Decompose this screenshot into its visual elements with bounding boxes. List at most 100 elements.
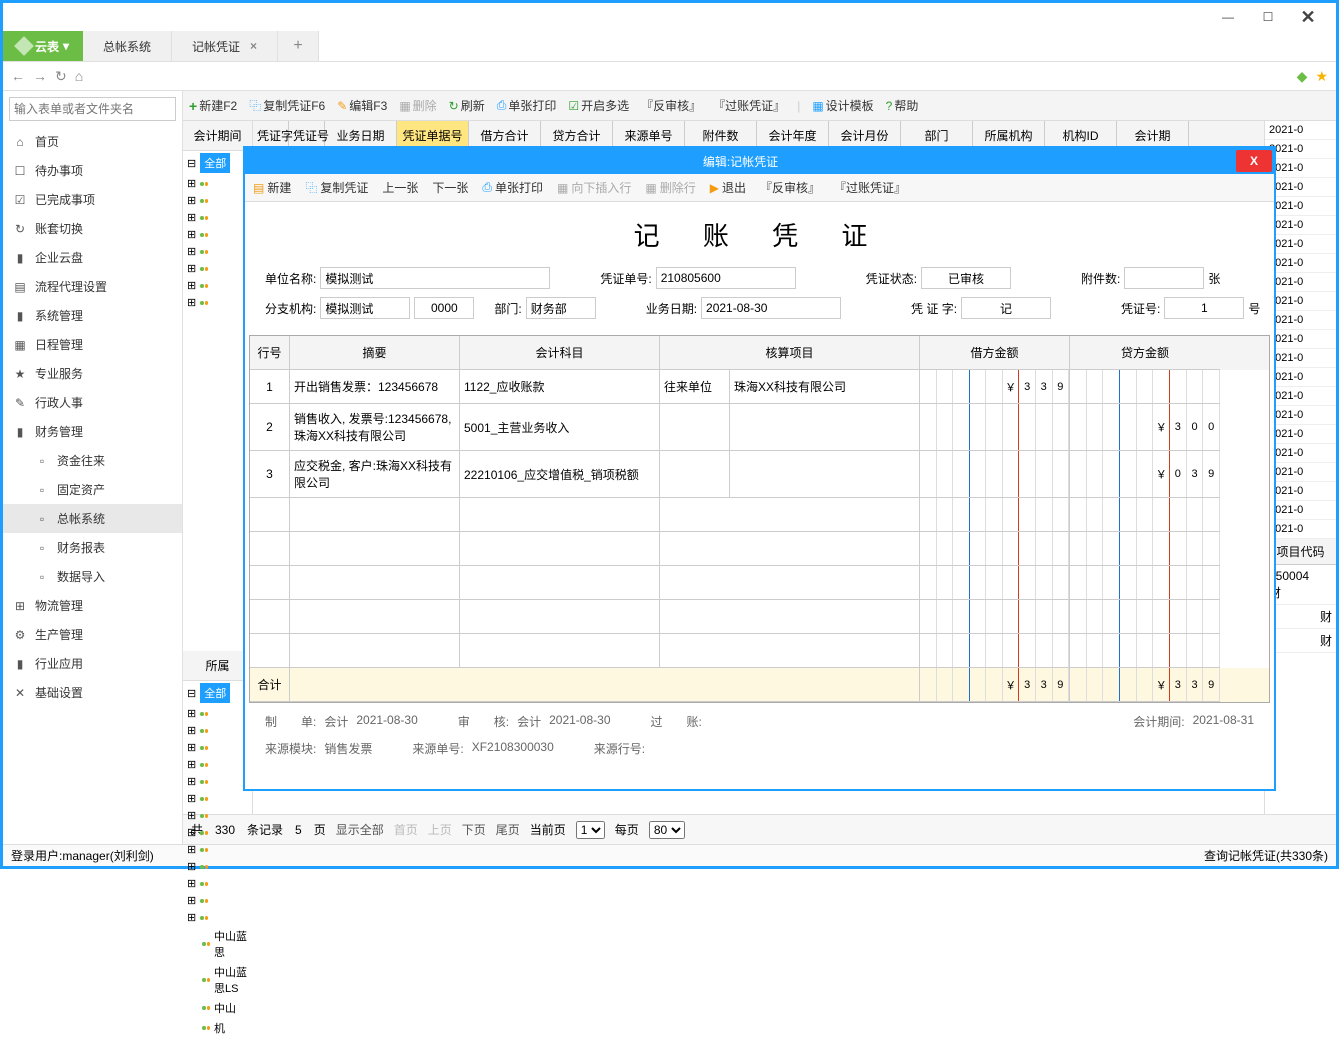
- tree-node[interactable]: ⊞: [183, 277, 252, 294]
- m-copy[interactable]: ⿻复制凭证: [305, 179, 368, 196]
- new-button[interactable]: +新建F2: [189, 97, 237, 114]
- m-next[interactable]: 下一张: [432, 179, 468, 196]
- post-button[interactable]: 『过账凭证』: [713, 97, 785, 114]
- search-input[interactable]: [9, 97, 176, 121]
- tree-node[interactable]: ⊞: [183, 175, 252, 192]
- sidebar-item[interactable]: ▮行业应用: [3, 649, 182, 678]
- tree-node[interactable]: ⊞: [183, 858, 252, 875]
- back-icon[interactable]: ←: [11, 68, 25, 84]
- voucher-row-blank[interactable]: [250, 634, 1269, 668]
- print-button[interactable]: ⎙单张打印: [497, 97, 557, 114]
- tree-node[interactable]: ⊞: [183, 722, 252, 739]
- tree-node[interactable]: ⊞: [183, 260, 252, 277]
- voucher-row[interactable]: 1开出销售发票：1234566781122_应收账款往来单位珠海XX科技有限公司…: [250, 370, 1269, 404]
- tab-general-ledger[interactable]: 总帐系统: [83, 31, 172, 61]
- page-select[interactable]: 1: [576, 821, 605, 839]
- tree-node[interactable]: ⊞: [183, 841, 252, 858]
- sidebar-item[interactable]: ↻账套切换: [3, 214, 182, 243]
- m-prev[interactable]: 上一张: [382, 179, 418, 196]
- help-button[interactable]: ?帮助: [886, 97, 919, 114]
- unreview-button[interactable]: 『反审核』: [641, 97, 701, 114]
- tree-leaf[interactable]: 中山蓝思LS: [183, 962, 252, 998]
- tree-leaf[interactable]: 中山蓝思: [183, 926, 252, 962]
- tree-node[interactable]: ⊞: [183, 226, 252, 243]
- bdate-field[interactable]: 2021-08-30: [701, 297, 841, 319]
- m-print[interactable]: ⎙单张打印: [482, 179, 543, 196]
- dept-field[interactable]: 财务部: [526, 297, 596, 319]
- tree-node[interactable]: ⊟ 全部: [183, 151, 252, 175]
- tab-voucher[interactable]: 记帐凭证×: [172, 31, 278, 61]
- vno-field[interactable]: 1: [1164, 297, 1244, 319]
- tab-add[interactable]: +: [278, 31, 319, 61]
- sidebar-item[interactable]: ▦日程管理: [3, 330, 182, 359]
- docno-field[interactable]: 210805600: [656, 267, 796, 289]
- tree-node[interactable]: ⊞: [183, 192, 252, 209]
- sidebar-item[interactable]: ✎行政人事: [3, 388, 182, 417]
- tree-node[interactable]: ⊞: [183, 824, 252, 841]
- edit-button[interactable]: ✎编辑F3: [337, 97, 387, 114]
- attach-field[interactable]: [1124, 267, 1204, 289]
- voucher-row-blank[interactable]: [250, 600, 1269, 634]
- sidebar-item[interactable]: ▮系统管理: [3, 301, 182, 330]
- tree-node[interactable]: ⊞: [183, 875, 252, 892]
- sidebar-item[interactable]: ▫总帐系统: [3, 504, 182, 533]
- sidebar-item[interactable]: ▫固定资产: [3, 475, 182, 504]
- tree-node[interactable]: ⊞: [183, 807, 252, 824]
- tree-node[interactable]: ⊞: [183, 705, 252, 722]
- perpage-select[interactable]: 80: [649, 821, 685, 839]
- sidebar-item[interactable]: ▮财务管理: [3, 417, 182, 446]
- sidebar-item[interactable]: ⚙生产管理: [3, 620, 182, 649]
- sidebar-item[interactable]: ☐待办事项: [3, 156, 182, 185]
- sidebar-item[interactable]: ★专业服务: [3, 359, 182, 388]
- m-post[interactable]: 『过账凭证』: [834, 179, 906, 196]
- tree-leaf[interactable]: 机: [183, 1018, 252, 1038]
- next-page[interactable]: 下页: [462, 821, 486, 838]
- tree-node[interactable]: ⊞: [183, 790, 252, 807]
- showall-button[interactable]: 显示全部: [336, 821, 384, 838]
- sidebar-item[interactable]: ⊞物流管理: [3, 591, 182, 620]
- voucher-row-blank[interactable]: [250, 498, 1269, 532]
- design-button[interactable]: ▦设计模板: [812, 97, 873, 114]
- vword-field[interactable]: 记: [961, 297, 1051, 319]
- last-page[interactable]: 尾页: [496, 821, 520, 838]
- tree-node[interactable]: ⊞: [183, 892, 252, 909]
- home-icon[interactable]: ⌂: [75, 68, 83, 84]
- sidebar-item[interactable]: ⌂首页: [3, 127, 182, 156]
- tree-node[interactable]: ⊞: [183, 739, 252, 756]
- tree-node[interactable]: ⊞: [183, 294, 252, 311]
- m-exit[interactable]: ▶退出: [710, 179, 746, 196]
- refresh-button[interactable]: ↻刷新: [449, 97, 485, 114]
- maximize-button[interactable]: ☐: [1248, 3, 1288, 31]
- star-icon[interactable]: ★: [1315, 68, 1328, 85]
- branch-field[interactable]: 模拟测试: [320, 297, 410, 319]
- refresh-icon[interactable]: ↻: [55, 68, 67, 85]
- tree-node[interactable]: ⊟ 全部: [183, 681, 252, 705]
- sidebar-item[interactable]: ▫数据导入: [3, 562, 182, 591]
- voucher-row-blank[interactable]: [250, 566, 1269, 600]
- modal-close-button[interactable]: X: [1236, 150, 1272, 172]
- sidebar-item[interactable]: ▤流程代理设置: [3, 272, 182, 301]
- sidebar-item[interactable]: ✕基础设置: [3, 678, 182, 707]
- voucher-row[interactable]: 2销售收入, 发票号:123456678, 珠海XX科技有限公司5001_主营业…: [250, 404, 1269, 451]
- right-row[interactable]: 2021-0: [1265, 121, 1336, 140]
- brand[interactable]: 云表▾: [3, 31, 83, 61]
- sidebar-item[interactable]: ☑已完成事项: [3, 185, 182, 214]
- sidebar-item[interactable]: ▮企业云盘: [3, 243, 182, 272]
- tree-node[interactable]: ⊞: [183, 909, 252, 926]
- sidebar-item[interactable]: ▫资金往来: [3, 446, 182, 475]
- diamond-icon[interactable]: ◆: [1297, 68, 1308, 85]
- delete-button[interactable]: ▦删除: [399, 97, 436, 114]
- m-new[interactable]: ▤新建: [253, 179, 291, 196]
- forward-icon[interactable]: →: [33, 68, 47, 84]
- tree-node[interactable]: ⊞: [183, 243, 252, 260]
- tree-node[interactable]: ⊞: [183, 209, 252, 226]
- tree-leaf[interactable]: 中山: [183, 998, 252, 1018]
- tree-node[interactable]: ⊞: [183, 773, 252, 790]
- copy-voucher-button[interactable]: ⿻复制凭证F6: [249, 97, 325, 114]
- m-unreview[interactable]: 『反审核』: [760, 179, 820, 196]
- voucher-row-blank[interactable]: [250, 532, 1269, 566]
- unit-field[interactable]: 模拟测试: [320, 267, 550, 289]
- sidebar-item[interactable]: ▫财务报表: [3, 533, 182, 562]
- tab-close-icon[interactable]: ×: [250, 39, 257, 53]
- voucher-row[interactable]: 3应交税金, 客户:珠海XX科技有限公司22210106_应交增值税_销项税额￥…: [250, 451, 1269, 498]
